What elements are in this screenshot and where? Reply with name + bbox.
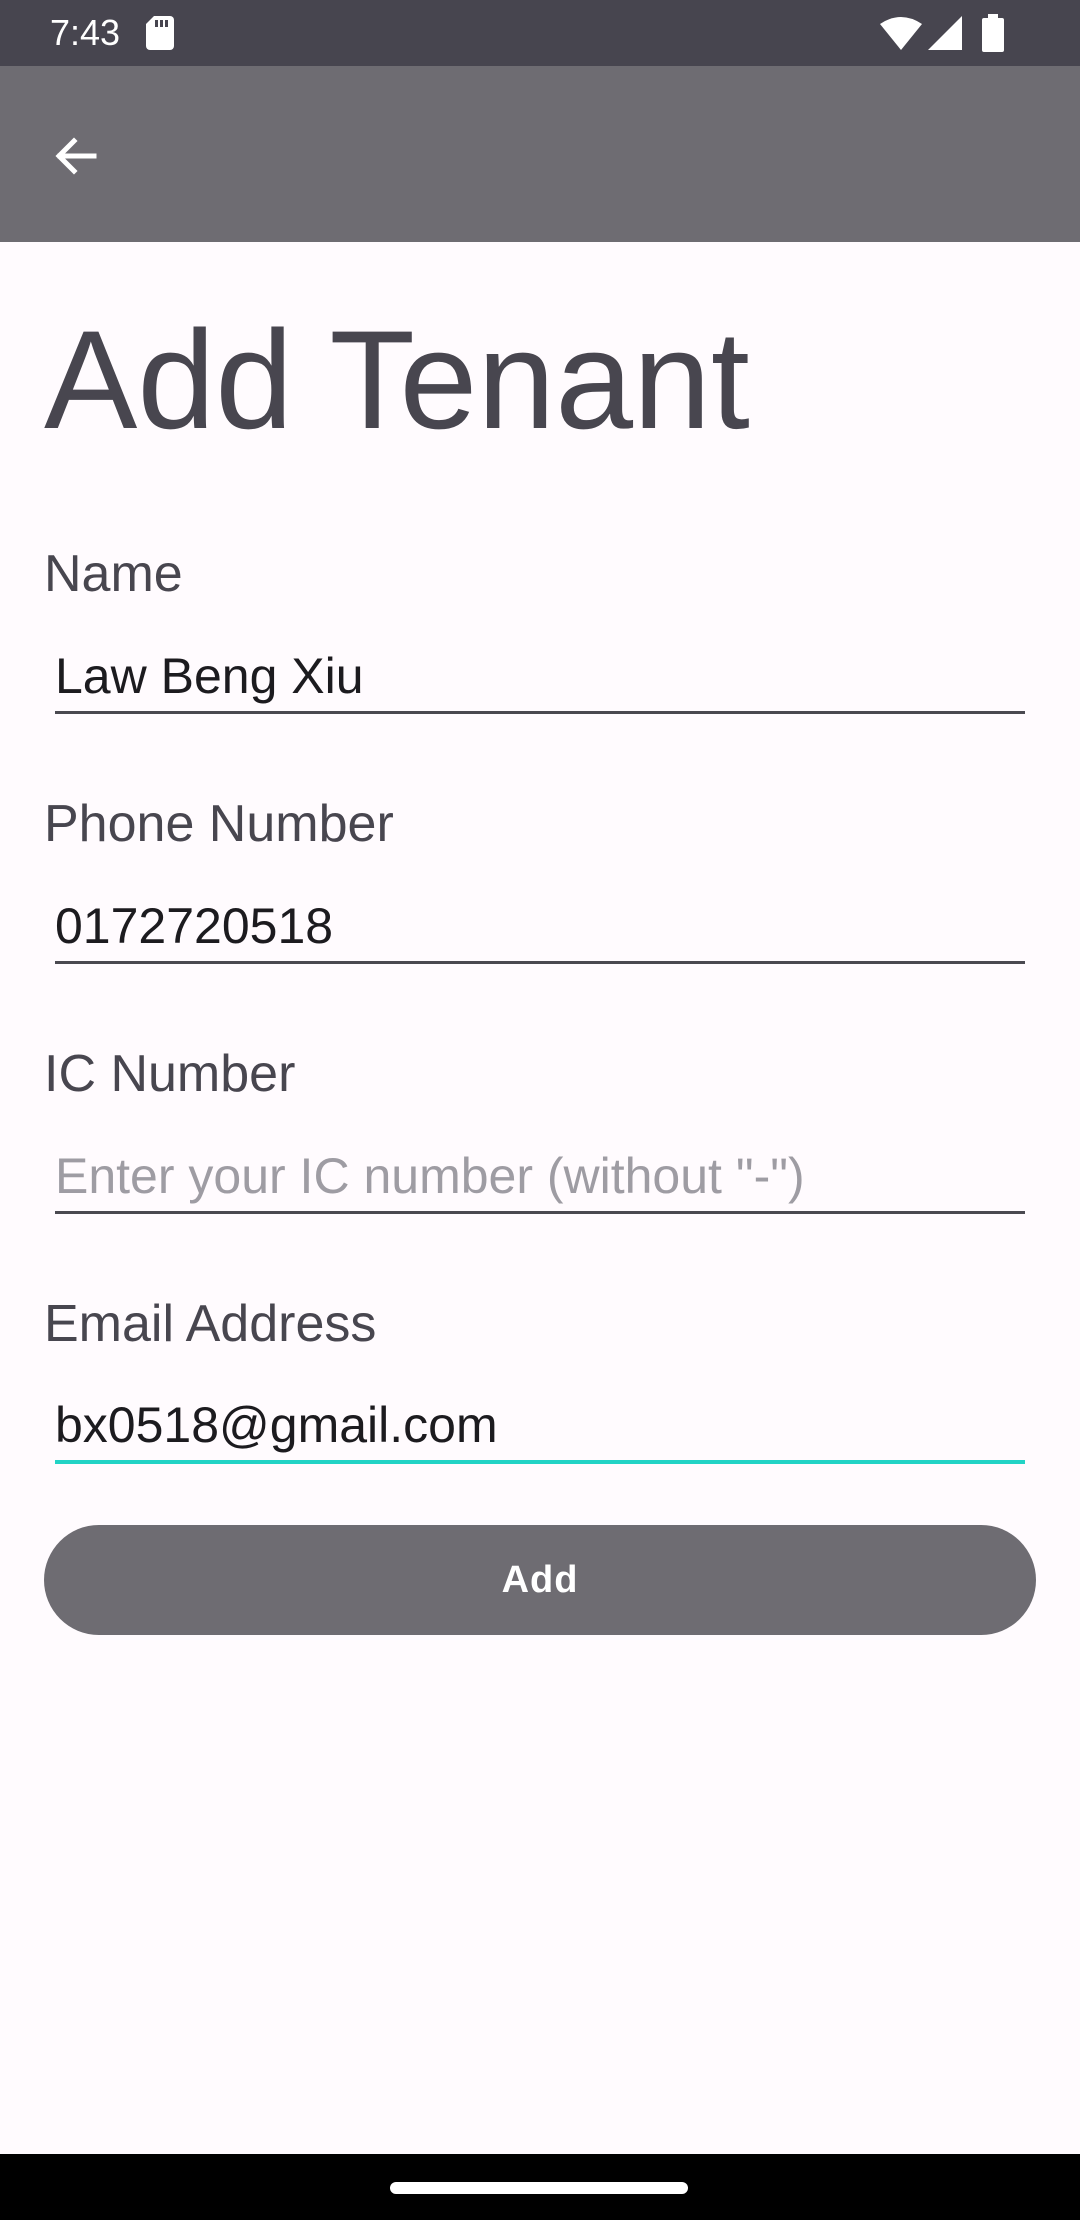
screen: 7:43 Add Tenant Name Phone Number [0, 0, 1080, 2220]
arrow-back-icon [55, 137, 97, 175]
home-handle[interactable] [390, 2182, 688, 2194]
battery-icon [982, 14, 1004, 52]
sd-card-icon [146, 16, 174, 50]
status-bar: 7:43 [0, 0, 1080, 66]
page-title: Add Tenant [44, 301, 750, 458]
app-bar [0, 66, 1080, 242]
signal-icon [928, 16, 962, 50]
phone-input[interactable] [55, 890, 1025, 964]
email-input[interactable] [55, 1390, 1025, 1464]
name-label: Name [44, 545, 183, 603]
status-time: 7:43 [50, 12, 121, 53]
email-label: Email Address [44, 1295, 377, 1353]
navigation-bar [0, 2154, 1080, 2220]
back-button[interactable] [36, 116, 116, 196]
phone-label: Phone Number [44, 795, 394, 853]
ic-input[interactable] [55, 1140, 1025, 1214]
add-button[interactable]: Add [44, 1525, 1036, 1635]
wifi-icon [880, 17, 922, 50]
ic-label: IC Number [44, 1045, 296, 1103]
name-input[interactable] [55, 640, 1025, 714]
